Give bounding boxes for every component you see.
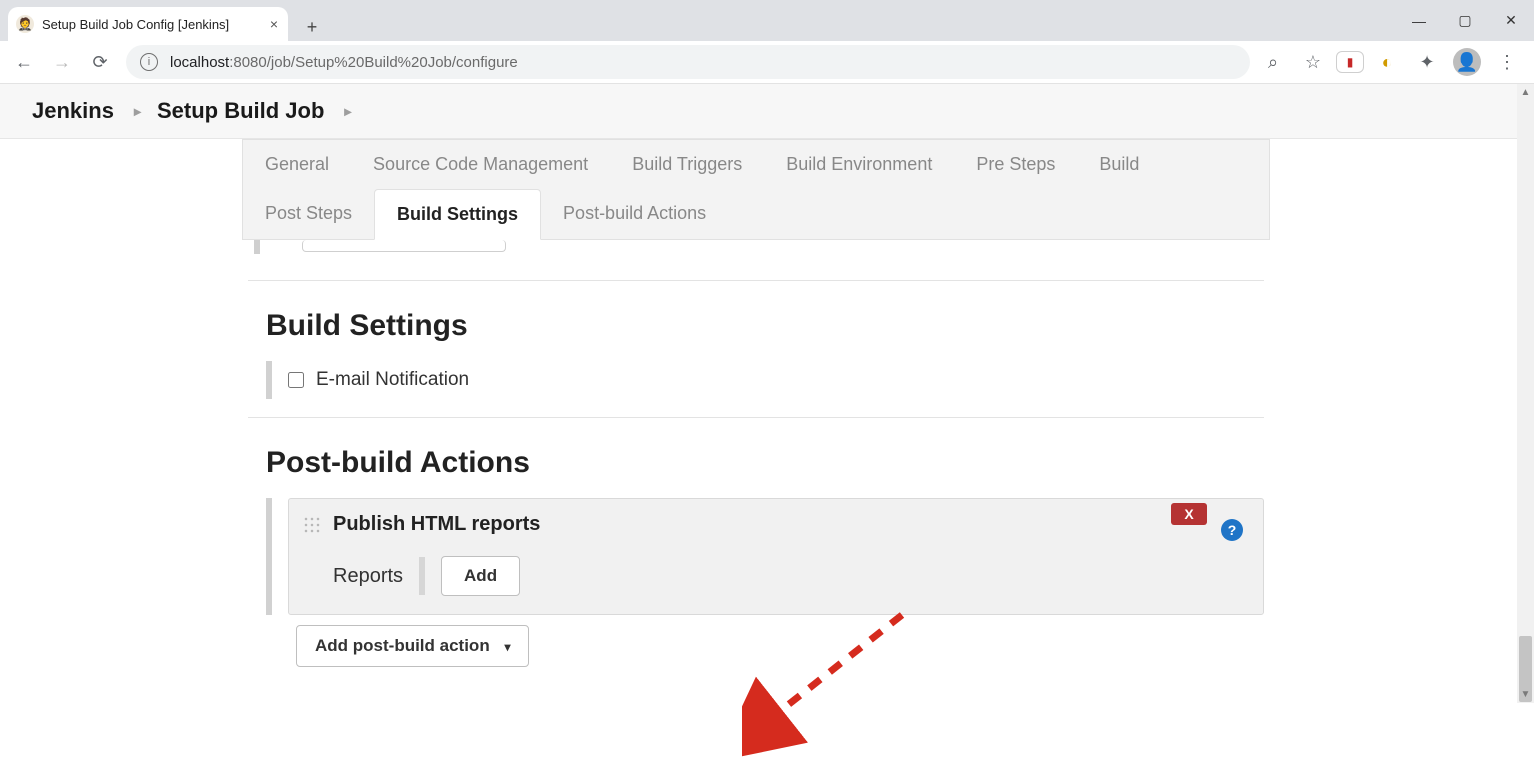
bookmark-star-icon[interactable]: ☆ [1296, 45, 1330, 79]
add-post-build-action-label: Add post-build action [315, 636, 490, 655]
help-icon[interactable]: ? [1221, 519, 1243, 541]
tab-strip: 🤵 Setup Build Job Config [Jenkins] × + [0, 0, 1534, 41]
post-build-actions-heading: Post-build Actions [266, 446, 1264, 480]
drag-handle-icon[interactable] [254, 240, 260, 254]
build-settings-heading: Build Settings [266, 309, 1264, 343]
drag-grid-icon[interactable] [303, 516, 321, 534]
config-column: General Source Code Management Build Tri… [242, 139, 1270, 703]
window-close-button[interactable]: ✕ [1488, 0, 1534, 41]
window-minimize-button[interactable]: — [1396, 0, 1442, 41]
drag-handle-icon[interactable] [419, 557, 425, 595]
vertical-scrollbar[interactable]: ▲ ▼ [1517, 84, 1534, 703]
tab-title: Setup Build Job Config [Jenkins] [42, 17, 229, 32]
scrollbar-up-icon[interactable]: ▲ [1517, 84, 1534, 101]
page-area: General Source Code Management Build Tri… [0, 139, 1517, 703]
add-report-button[interactable]: Add [441, 556, 520, 596]
reports-row: Reports Add [333, 556, 1249, 596]
breadcrumb-root[interactable]: Jenkins [32, 98, 114, 124]
new-tab-button[interactable]: + [298, 13, 326, 41]
publish-header: Publish HTML reports [303, 513, 1249, 536]
email-notification-label[interactable]: E-mail Notification [288, 369, 469, 391]
email-notification-checkbox[interactable] [288, 372, 304, 388]
forward-button[interactable]: → [44, 44, 80, 80]
tab-build-settings[interactable]: Build Settings [374, 189, 541, 240]
url-path: :8080/job/Setup%20Build%20Job/configure [229, 54, 518, 71]
section-post-build-actions: Post-build Actions X ? Publish HTML repo… [242, 418, 1270, 667]
url-host: localhost [170, 54, 229, 71]
extensions-icon[interactable]: ✦ [1410, 45, 1444, 79]
tab-pre-steps[interactable]: Pre Steps [954, 140, 1077, 189]
tab-post-steps[interactable]: Post Steps [243, 189, 374, 239]
reload-button[interactable]: ⟳ [82, 44, 118, 80]
kebab-menu-icon[interactable]: ⋮ [1490, 45, 1524, 79]
tab-general[interactable]: General [243, 140, 351, 189]
breadcrumb-bar: Jenkins ▸ Setup Build Job ▸ [0, 84, 1534, 139]
drag-handle-icon[interactable] [266, 361, 272, 399]
truncated-button[interactable] [302, 240, 506, 252]
profile-avatar[interactable]: 👤 [1450, 45, 1484, 79]
tab-post-build-actions[interactable]: Post-build Actions [541, 189, 728, 239]
config-tabs: General Source Code Management Build Tri… [242, 139, 1270, 240]
section-build-settings: Build Settings E-mail Notification [242, 281, 1270, 399]
tab-build[interactable]: Build [1077, 140, 1161, 189]
jenkins-favicon: 🤵 [16, 15, 34, 33]
breadcrumb-job[interactable]: Setup Build Job [157, 98, 324, 124]
chevron-right-icon: ▸ [334, 103, 357, 120]
close-tab-icon[interactable]: × [270, 16, 278, 32]
back-button[interactable]: ← [6, 44, 42, 80]
zoom-icon[interactable]: ⌕ [1256, 45, 1290, 79]
scrollbar-down-icon[interactable]: ▼ [1517, 686, 1534, 703]
chevron-right-icon: ▸ [124, 103, 147, 120]
tab-build-environment[interactable]: Build Environment [764, 140, 954, 189]
tab-scm[interactable]: Source Code Management [351, 140, 610, 189]
address-bar[interactable]: i localhost:8080/job/Setup%20Build%20Job… [126, 45, 1250, 79]
browser-chrome: 🤵 Setup Build Job Config [Jenkins] × + —… [0, 0, 1534, 84]
katalon-extension-icon[interactable]: ◐ [1370, 45, 1404, 79]
delete-step-button[interactable]: X [1171, 503, 1207, 525]
previous-section-sliver [242, 240, 1270, 254]
browser-tab[interactable]: 🤵 Setup Build Job Config [Jenkins] × [8, 7, 288, 41]
email-notification-text: E-mail Notification [316, 369, 469, 391]
reports-label: Reports [333, 565, 403, 588]
drag-handle-icon[interactable] [266, 498, 272, 615]
email-notification-row: E-mail Notification [266, 361, 1264, 399]
window-controls: — ▢ ✕ [1396, 0, 1534, 41]
tab-build-triggers[interactable]: Build Triggers [610, 140, 764, 189]
mcafee-extension-icon[interactable]: ▮ [1336, 51, 1364, 73]
toolbar-right-icons: ⌕ ☆ ▮ ◐ ✦ 👤 ⋮ [1256, 45, 1528, 79]
left-gutter [0, 139, 242, 703]
address-bar-row: ← → ⟳ i localhost:8080/job/Setup%20Build… [0, 41, 1534, 84]
publish-html-reports-block: X ? Publish HTML reports Reports Add [288, 498, 1264, 615]
add-post-build-action-button[interactable]: Add post-build action ▾ [296, 625, 529, 667]
window-maximize-button[interactable]: ▢ [1442, 0, 1488, 41]
site-info-icon[interactable]: i [140, 53, 158, 71]
chevron-down-icon: ▾ [504, 640, 510, 654]
publish-html-title: Publish HTML reports [333, 513, 540, 536]
